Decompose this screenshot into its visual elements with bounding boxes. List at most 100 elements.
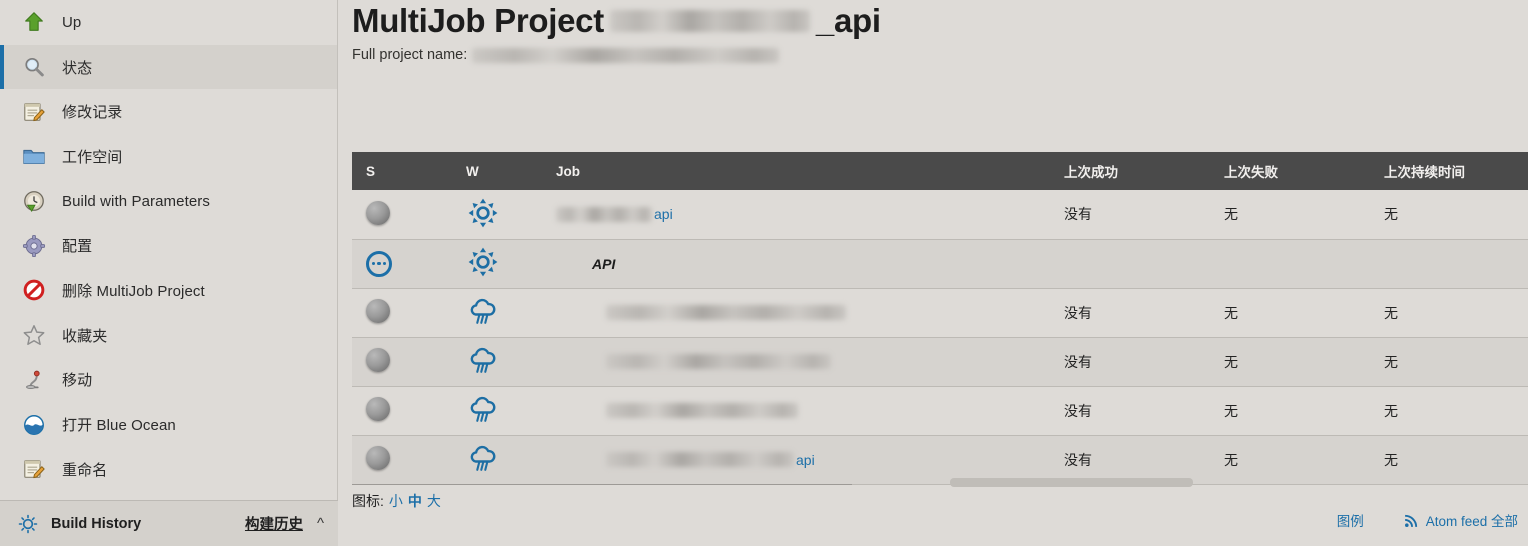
- cell-weather: [452, 337, 542, 387]
- job-link[interactable]: [556, 305, 1050, 320]
- grey-ball-icon[interactable]: [366, 397, 390, 424]
- sidebar-item-label: 收藏夹: [62, 327, 108, 345]
- sidebar-item-11[interactable]: 重命名: [0, 447, 337, 492]
- sidebar-item-label: 工作空间: [62, 148, 123, 166]
- legend-link[interactable]: 图例: [1337, 510, 1364, 530]
- job-name-suffix: api: [654, 206, 673, 223]
- sidebar-item-8[interactable]: 收藏夹: [0, 313, 337, 358]
- cell-job[interactable]: [542, 386, 1050, 436]
- cell-job[interactable]: [542, 337, 1050, 387]
- redacted-job-name: [556, 206, 652, 222]
- atom-feed-link[interactable]: Atom feed 全部: [1404, 510, 1518, 530]
- sidebar-item-5[interactable]: Build with Parameters: [0, 179, 337, 224]
- jobs-table-wrap: S W Job 上次成功 上次失败 上次持续时间 api 没有无无 API 没有无无没有无无没有…: [352, 152, 1528, 485]
- cell-last-failure: 无: [1210, 337, 1370, 387]
- cell-job[interactable]: [542, 288, 1050, 338]
- horizontal-scrollbar[interactable]: [950, 478, 1193, 487]
- delete-forbidden-icon: [21, 277, 47, 303]
- jobs-table: S W Job 上次成功 上次失败 上次持续时间 api 没有无无 API 没有无无没有无无没有…: [352, 152, 1528, 485]
- job-link[interactable]: [556, 354, 1050, 369]
- chevron-up-icon[interactable]: ^: [317, 515, 324, 532]
- sidebar-item-label: Up: [62, 13, 82, 31]
- jenkins-project-page: Up 状态 修改记录工作空间 Build with Parameters 配置 删除 Mu…: [0, 0, 1528, 546]
- page-title-suffix: _api: [815, 2, 881, 39]
- sidebar-item-10[interactable]: 打开 Blue Ocean: [0, 402, 337, 447]
- redacted-job-name: [606, 403, 798, 418]
- build-history-zh-link[interactable]: 构建历史: [245, 513, 303, 534]
- page-title-prefix: MultiJob Project: [352, 2, 604, 39]
- jobs-table-header-row: S W Job 上次成功 上次失败 上次持续时间: [352, 152, 1528, 190]
- job-link[interactable]: api: [556, 206, 1050, 222]
- cell-last-success: 没有: [1050, 337, 1210, 387]
- cell-status: [352, 337, 452, 387]
- column-header-last_duration[interactable]: 上次持续时间: [1370, 152, 1528, 190]
- sidebar-item-9[interactable]: 移动: [0, 358, 337, 403]
- sidebar-item-7[interactable]: 删除 MultiJob Project: [0, 268, 337, 313]
- cell-last-success: [1050, 239, 1210, 289]
- cell-job[interactable]: api: [542, 190, 1050, 240]
- redacted-job-name: [606, 354, 831, 369]
- cell-last-failure: 无: [1210, 190, 1370, 240]
- atom-feed-label: Atom feed 全部: [1425, 514, 1518, 529]
- cell-weather: [452, 190, 542, 240]
- grey-ball-icon[interactable]: [366, 446, 390, 473]
- pending-dots-icon[interactable]: [366, 250, 392, 277]
- cell-last-failure: 无: [1210, 386, 1370, 436]
- cell-last-duration: 无: [1370, 190, 1528, 240]
- icon-size-option-2[interactable]: 中: [408, 493, 422, 509]
- sidebar-item-label: Build with Parameters: [62, 192, 210, 210]
- cell-last-duration: 无: [1370, 435, 1528, 485]
- cell-status: [352, 190, 452, 240]
- grey-ball-icon[interactable]: [366, 348, 390, 375]
- sidebar-item-label: 重命名: [62, 461, 108, 479]
- cell-status: [352, 239, 452, 289]
- icon-size-option-3[interactable]: 大: [427, 493, 441, 509]
- sidebar-item-3[interactable]: 修改记录: [0, 89, 337, 134]
- job-link[interactable]: API: [556, 256, 1050, 272]
- table-row[interactable]: api 没有无无: [352, 190, 1528, 240]
- cell-last-failure: [1210, 239, 1370, 289]
- rain-cloud-icon: [466, 445, 500, 476]
- rename-pencil-icon: [21, 456, 47, 482]
- column-header-last_success[interactable]: 上次成功: [1050, 152, 1210, 190]
- rain-cloud-icon: [466, 347, 500, 378]
- job-link[interactable]: [556, 403, 1050, 418]
- icon-size-selector: 图标: 小中大: [352, 491, 441, 511]
- grey-ball-icon[interactable]: [366, 299, 390, 326]
- table-row[interactable]: 没有无无: [352, 288, 1528, 338]
- cell-last-duration: 无: [1370, 288, 1528, 338]
- sidebar-item-4[interactable]: 工作空间: [0, 134, 337, 179]
- column-header-last_failure[interactable]: 上次失败: [1210, 152, 1370, 190]
- sidebar-item-1[interactable]: Up: [0, 0, 337, 45]
- full-project-name-label: Full project name:: [352, 47, 468, 63]
- sidebar-item-6[interactable]: 配置: [0, 223, 337, 268]
- redacted-full-project-name: [472, 47, 780, 63]
- build-history-title: Build History: [51, 515, 142, 532]
- cell-job[interactable]: api: [542, 435, 1050, 485]
- table-row[interactable]: 没有无无: [352, 386, 1528, 436]
- grey-ball-icon[interactable]: [366, 200, 390, 228]
- cell-status: [352, 288, 452, 338]
- column-header-w[interactable]: W: [452, 152, 542, 190]
- sidebar-item-2[interactable]: 状态: [0, 44, 337, 90]
- redacted-project-name: [609, 10, 810, 32]
- column-header-job[interactable]: Job: [542, 152, 1050, 190]
- column-header-s[interactable]: S: [352, 152, 452, 190]
- icon-size-option-1[interactable]: 小: [389, 493, 403, 509]
- folder-icon: [21, 143, 47, 169]
- footer-divider: [352, 484, 852, 485]
- full-project-name: Full project name:: [352, 47, 1528, 63]
- cell-job[interactable]: API: [542, 239, 1050, 289]
- job-link[interactable]: api: [556, 452, 1050, 468]
- cell-weather: [452, 386, 542, 436]
- sidebar-item-list: Up 状态 修改记录工作空间 Build with Parameters 配置 删除 Mu…: [0, 0, 337, 492]
- build-history-bar[interactable]: Build History 构建历史 ^: [0, 500, 338, 546]
- rain-cloud-icon: [466, 298, 500, 329]
- table-row[interactable]: 没有无无: [352, 337, 1528, 387]
- gear-icon: [21, 233, 47, 259]
- table-row[interactable]: api 没有无无: [352, 435, 1528, 485]
- cell-weather: [452, 239, 542, 289]
- table-row[interactable]: API: [352, 239, 1528, 289]
- magnifier-icon: [21, 54, 47, 80]
- jobs-table-body: api 没有无无 API 没有无无没有无无没有无无 api 没有无无: [352, 190, 1528, 485]
